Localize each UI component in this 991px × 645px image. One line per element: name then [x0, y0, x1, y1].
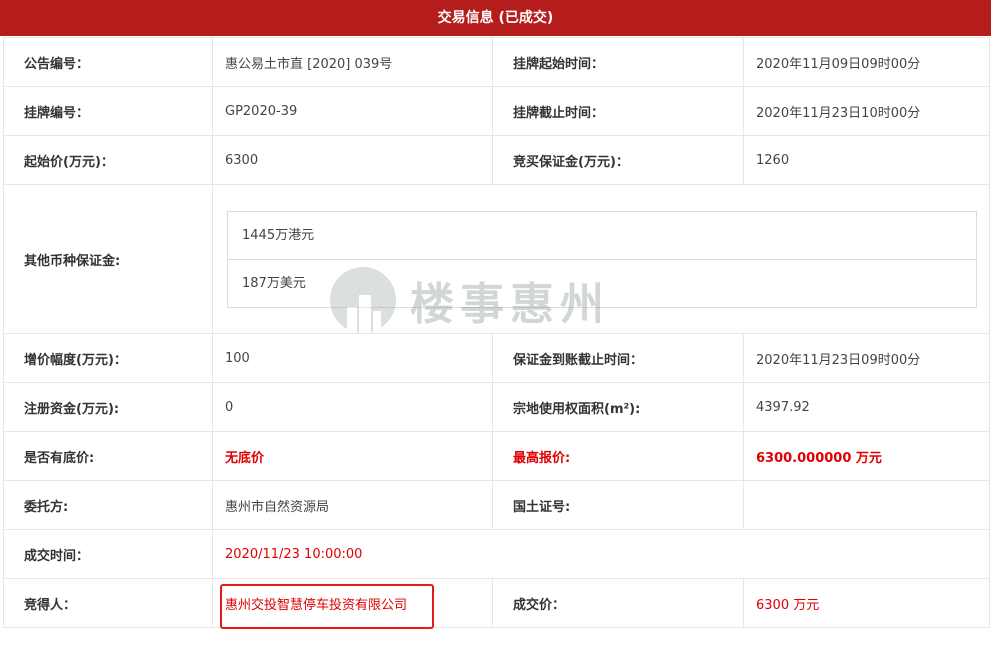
- bid-deposit-label: 竞买保证金(万元)：: [492, 135, 744, 185]
- currency-item-hkd: 1445万港元: [242, 227, 315, 243]
- table-row: 增价幅度(万元)： 100 保证金到账截止时间： 2020年11月23日09时0…: [3, 333, 990, 383]
- highest-bid-label: 最高报价:: [492, 431, 744, 481]
- currency-item-usd: 187万美元: [228, 258, 976, 307]
- land-area-label: 宗地使用权面积(m²):: [492, 382, 744, 432]
- deal-time-value: 2020/11/23 10:00:00: [212, 529, 990, 579]
- listing-no-label: 挂牌编号：: [3, 86, 213, 136]
- listing-start-value: 2020年11月09日09时00分: [743, 37, 990, 87]
- table-row: 起始价(万元)： 6300 竞买保证金(万元)： 1260: [3, 135, 990, 185]
- listing-no-value: GP2020-39: [212, 86, 493, 136]
- starting-price-label: 起始价(万元)：: [3, 135, 213, 185]
- bid-deposit-value: 1260: [743, 135, 990, 185]
- reserve-price-label: 是否有底价:: [3, 431, 213, 481]
- registered-capital-label: 注册资金(万元):: [3, 382, 213, 432]
- table-row: 公告编号： 惠公易土市直 [2020] 039号 挂牌起始时间： 2020年11…: [3, 37, 990, 87]
- registered-capital-value: 0: [212, 382, 493, 432]
- announcement-no-value: 惠公易土市直 [2020] 039号: [212, 37, 493, 87]
- other-currency-deposit-cell: 1445万港元 187万美元: [212, 184, 990, 334]
- table-row: 其他币种保证金: 1445万港元 187万美元: [3, 184, 990, 334]
- starting-price-value: 6300: [212, 135, 493, 185]
- deal-price-label: 成交价：: [492, 578, 744, 628]
- transaction-info-header: 交易信息 (已成交): [0, 0, 991, 36]
- other-currency-deposit-label: 其他币种保证金:: [3, 184, 213, 334]
- other-currency-list: 1445万港元 187万美元: [227, 210, 977, 308]
- table-row: 挂牌编号： GP2020-39 挂牌截止时间： 2020年11月23日10时00…: [3, 86, 990, 136]
- land-cert-no-value: [743, 480, 990, 530]
- announcement-no-label: 公告编号：: [3, 37, 213, 87]
- listing-end-label: 挂牌截止时间：: [492, 86, 744, 136]
- table-row: 成交时间： 2020/11/23 10:00:00: [3, 529, 990, 579]
- consignor-value: 惠州市自然资源局: [212, 480, 493, 530]
- reserve-price-value: 无底价: [212, 431, 493, 481]
- listing-end-value: 2020年11月23日10时00分: [743, 86, 990, 136]
- deposit-deadline-value: 2020年11月23日09时00分: [743, 333, 990, 383]
- land-cert-no-label: 国土证号:: [492, 480, 744, 530]
- listing-start-label: 挂牌起始时间：: [492, 37, 744, 87]
- deal-time-label: 成交时间：: [3, 529, 213, 579]
- table-row: 竞得人： 惠州交投智慧停车投资有限公司 成交价： 6300 万元: [3, 578, 990, 628]
- deal-price-value: 6300 万元: [743, 578, 990, 628]
- land-area-value: 4397.92: [743, 382, 990, 432]
- increment-label: 增价幅度(万元)：: [3, 333, 213, 383]
- table-row: 委托方: 惠州市自然资源局 国土证号:: [3, 480, 990, 530]
- transaction-info-table: 公告编号： 惠公易土市直 [2020] 039号 挂牌起始时间： 2020年11…: [3, 37, 990, 628]
- table-row: 注册资金(万元): 0 宗地使用权面积(m²): 4397.92: [3, 382, 990, 432]
- consignor-label: 委托方:: [3, 480, 213, 530]
- highest-bid-value: 6300.000000 万元: [743, 431, 990, 481]
- winner-label: 竞得人：: [3, 578, 213, 628]
- increment-value: 100: [212, 333, 493, 383]
- winner-value: 惠州交投智慧停车投资有限公司: [212, 578, 493, 628]
- deposit-deadline-label: 保证金到账截止时间：: [492, 333, 744, 383]
- table-row: 是否有底价: 无底价 最高报价: 6300.000000 万元: [3, 431, 990, 481]
